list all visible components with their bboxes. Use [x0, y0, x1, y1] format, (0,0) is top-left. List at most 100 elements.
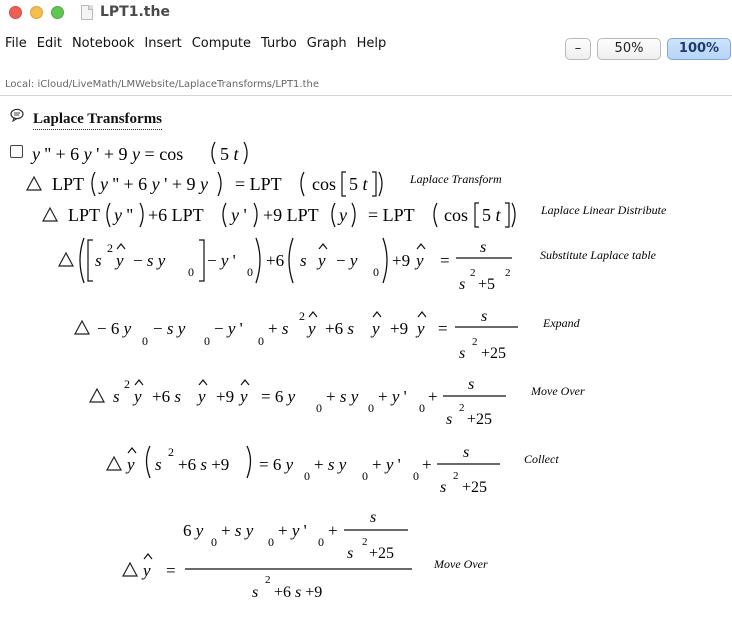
svg-text:LPT: LPT — [52, 174, 84, 194]
svg-text:s: s — [468, 376, 474, 393]
svg-text:+6: +6 — [266, 251, 284, 270]
svg-text:5 t: 5 t — [482, 205, 502, 225]
svg-text:0: 0 — [318, 535, 324, 549]
svg-text:= 6 y: = 6 y — [261, 387, 296, 406]
svg-text:− y: − y — [336, 251, 358, 270]
svg-text:y: y — [238, 387, 248, 406]
svg-text:s: s — [463, 444, 469, 461]
svg-text:+25: +25 — [369, 545, 394, 562]
comment-collect: Collect — [524, 452, 559, 466]
svg-text:+ y ': + y ' — [372, 455, 401, 474]
svg-text:y: y — [114, 251, 124, 270]
svg-text:0: 0 — [368, 401, 374, 415]
svg-text:+6 s: +6 s — [152, 387, 181, 406]
svg-text:2: 2 — [107, 241, 113, 255]
svg-text:0: 0 — [419, 401, 425, 415]
svg-text:0: 0 — [373, 265, 379, 279]
svg-text:s: s — [446, 411, 452, 428]
svg-text:2: 2 — [470, 267, 476, 279]
svg-text:2: 2 — [168, 445, 174, 459]
svg-text:y: y — [414, 251, 424, 270]
svg-text:+: + — [328, 521, 338, 540]
svg-text:y: y — [125, 455, 135, 474]
triangle-icon — [88, 387, 106, 403]
svg-text:y: y — [306, 319, 316, 338]
svg-text:y: y — [316, 251, 326, 270]
svg-text:y '': y '' — [112, 205, 133, 225]
svg-text:y '' + 6 y ' + 9 y: y '' + 6 y ' + 9 y — [98, 174, 208, 194]
svg-text:s: s — [113, 387, 120, 406]
triangle-icon — [57, 251, 75, 267]
comment-expand: Expand — [542, 316, 581, 330]
svg-text:+6 s +9: +6 s +9 — [274, 584, 322, 601]
svg-text:0: 0 — [142, 334, 148, 348]
svg-text:2: 2 — [124, 377, 130, 391]
svg-text:y ': y ' — [229, 205, 247, 225]
svg-text:+6 s +9: +6 s +9 — [178, 455, 229, 474]
svg-text:=: = — [440, 251, 450, 270]
svg-text:− 6 y: − 6 y — [97, 319, 132, 338]
svg-text:+9: +9 — [390, 319, 408, 338]
svg-text:0: 0 — [247, 265, 253, 279]
svg-text:=: = — [438, 319, 448, 338]
triangle-icon — [73, 319, 91, 335]
svg-text:s: s — [459, 345, 465, 362]
svg-text:0: 0 — [362, 469, 368, 483]
svg-text:+ s y: + s y — [221, 521, 254, 540]
svg-text:+6 LPT: +6 LPT — [148, 205, 204, 225]
svg-text:s: s — [481, 308, 487, 325]
svg-text:+ s y: + s y — [314, 455, 347, 474]
svg-text:y: y — [415, 319, 425, 338]
svg-text:+9 LPT: +9 LPT — [263, 205, 319, 225]
triangle-icon — [25, 175, 43, 191]
svg-text:+9: +9 — [392, 251, 410, 270]
triangle-icon — [105, 455, 123, 471]
triangle-icon — [41, 206, 59, 222]
svg-text:2: 2 — [459, 402, 465, 414]
svg-text:0: 0 — [268, 535, 274, 549]
svg-text:+: + — [428, 387, 438, 406]
svg-text:s: s — [300, 251, 307, 270]
comment-substitute-table: Substitute Laplace table — [540, 248, 657, 262]
svg-text:− s y: − s y — [133, 251, 166, 270]
svg-text:+9: +9 — [216, 387, 234, 406]
equation-step-move-over[interactable]: s 2 y +6 s y +9 y = 6 y 0 + s y 0 + y ' … — [88, 376, 506, 428]
svg-text:s: s — [347, 545, 353, 562]
svg-text:s: s — [155, 455, 162, 474]
svg-text:s: s — [440, 479, 446, 496]
equation-step-collect[interactable]: y s 2 +6 s +9 = 6 y 0 + s y 0 + y ' 0 + … — [105, 444, 500, 496]
svg-text:+ s y: + s y — [326, 387, 359, 406]
svg-text:2: 2 — [505, 267, 511, 279]
svg-text:+5: +5 — [478, 276, 495, 293]
equation-step-solution[interactable]: y = 6 y 0 + s y 0 + y ' 0 + s s 2 +25 s … — [121, 509, 412, 601]
svg-text:+25: +25 — [481, 345, 506, 362]
svg-text:0: 0 — [211, 535, 217, 549]
svg-text:0: 0 — [316, 401, 322, 415]
svg-text:+ s: + s — [268, 319, 289, 338]
svg-text:− s y: − s y — [153, 319, 186, 338]
svg-text:s: s — [95, 251, 102, 270]
svg-text:s: s — [459, 276, 465, 293]
svg-text:y: y — [132, 387, 142, 406]
equation-step-laplace-transform[interactable]: LPT y '' + 6 y ' + 9 y = LPT cos 5 t — [25, 171, 383, 197]
svg-text:0: 0 — [413, 469, 419, 483]
equation-step-expand[interactable]: − 6 y 0 − s y 0 − y ' 0 + s 2 y +6 s y +… — [73, 308, 518, 362]
svg-text:− y ': − y ' — [214, 319, 243, 338]
svg-text:=: = — [166, 561, 176, 580]
svg-text:2: 2 — [362, 536, 368, 548]
svg-text:5 t: 5 t — [349, 174, 369, 194]
equation-step-linear-distribute[interactable]: LPT y '' +6 LPT y ' +9 LPT y = LPT cos 5… — [41, 202, 516, 228]
math-notebook: y '' + 6 y ' + 9 y = cos 5 t LPT y '' + … — [25, 141, 667, 601]
svg-text:0: 0 — [188, 265, 194, 279]
equation-step-substitute[interactable]: s 2 y − s y 0 − y ' 0 +6 s y − y 0 +9 y … — [57, 237, 512, 293]
svg-text:0: 0 — [204, 334, 210, 348]
svg-text:y: y — [141, 561, 151, 580]
svg-text:LPT: LPT — [68, 205, 100, 225]
svg-text:+ y ': + y ' — [278, 521, 307, 540]
svg-text:2: 2 — [299, 309, 305, 323]
equation-original[interactable]: y '' + 6 y ' + 9 y = cos 5 t — [30, 141, 248, 165]
svg-text:5 t: 5 t — [220, 144, 240, 164]
comment-move-over-final: Move Over — [433, 557, 488, 571]
svg-text:s: s — [480, 239, 486, 256]
svg-text:s: s — [370, 509, 376, 526]
